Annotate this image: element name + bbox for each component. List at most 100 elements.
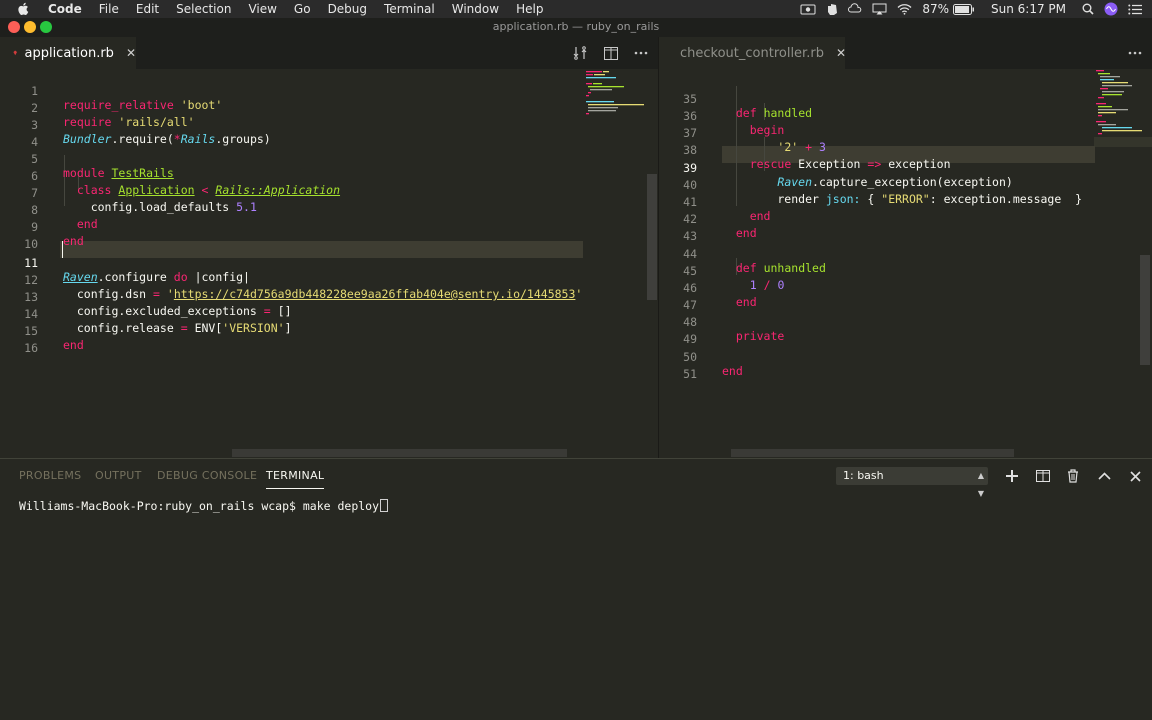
code-line: 11 Raven.configure do |config| (0, 241, 250, 284)
cloud-sync-icon[interactable] (848, 3, 862, 15)
menu-selection[interactable]: Selection (176, 2, 231, 16)
ruby-icon (13, 50, 18, 56)
code-line: 12 config.dsn = 'https://c74d756a9db4482… (0, 258, 582, 301)
apple-icon[interactable] (16, 2, 30, 16)
battery-icon[interactable] (953, 3, 975, 15)
terminal-cursor (380, 499, 389, 512)
airplay-icon[interactable] (872, 3, 887, 15)
code-line: 37 '2' + 3 (659, 111, 826, 154)
terminal-select[interactable]: 1: bash ▲ ▼ (836, 467, 988, 498)
chevron-updown-icon: ▲ ▼ (977, 471, 984, 498)
split-editor-icon[interactable] (603, 45, 619, 61)
tab-debug-console[interactable]: DEBUG CONSOLE (157, 469, 257, 489)
terminal-output[interactable]: Williams-MacBook-Pro:ruby_on_rails wcap$… (19, 499, 389, 513)
tab-problems[interactable]: PROBLEMS (19, 469, 81, 489)
code-line: 9 end (0, 205, 84, 248)
close-icon[interactable] (1126, 467, 1144, 485)
bottom-panel: PROBLEMS OUTPUT DEBUG CONSOLE TERMINAL 1… (0, 458, 1152, 720)
chevron-up-icon[interactable] (1095, 467, 1113, 485)
code-line: 45 1 / 0 (659, 249, 784, 292)
close-icon[interactable]: ✕ (836, 46, 846, 60)
menu-view[interactable]: View (248, 2, 276, 16)
menu-go[interactable]: Go (294, 2, 311, 16)
code-line: 44 def unhandled (659, 232, 826, 275)
macos-menubar: Code File Edit Selection View Go Debug T… (0, 0, 1152, 18)
code-line: 5 module TestRails (0, 137, 174, 180)
menu-window[interactable]: Window (452, 2, 499, 16)
right-editor[interactable]: 35 def handled 36 begin 37 '2' + 3 38 re… (659, 69, 1152, 458)
code-line: 46 end (659, 266, 757, 309)
tab-output[interactable]: OUTPUT (95, 469, 142, 489)
code-line: 40 render json: { "ERROR": exception.mes… (659, 163, 1082, 206)
screen-record-icon[interactable] (800, 3, 816, 15)
keyword: require (63, 115, 112, 129)
code-line: 10 (0, 222, 38, 251)
spotlight-search-icon[interactable] (1082, 3, 1094, 15)
code-line: 47 (659, 283, 697, 312)
line-number: 16 (24, 341, 38, 355)
more-actions-icon[interactable] (633, 45, 649, 61)
vertical-scrollbar[interactable] (1140, 255, 1150, 365)
sentry-dsn-link: https://c74d756a9db448228ee9aa26ffab404e… (173, 287, 576, 301)
string-literal: 'boot' (180, 98, 223, 112)
code-line: 1 require_relative 'boot' (0, 69, 222, 112)
vertical-scrollbar[interactable] (647, 174, 657, 300)
code-line: 50 end (659, 335, 743, 378)
plus-icon[interactable] (1003, 467, 1021, 485)
code-line: 38 rescue Exception => exception (659, 128, 950, 171)
left-editor-tabs: application.rb ✕ (0, 37, 658, 69)
menu-app-code[interactable]: Code (48, 2, 82, 16)
code-line: 42 end (659, 197, 757, 240)
notification-center-icon[interactable] (1128, 4, 1142, 15)
menu-terminal[interactable]: Terminal (384, 2, 435, 16)
trash-icon[interactable] (1064, 467, 1082, 485)
terminal-prompt: Williams-MacBook-Pro:ruby_on_rails wcap$… (19, 499, 380, 513)
code-line: 14 config.release = ENV['VERSION'] (0, 292, 291, 335)
menu-help[interactable]: Help (516, 2, 543, 16)
code-line: 41 end (659, 180, 770, 223)
terminal-select-value: 1: bash (843, 469, 884, 482)
menu-file[interactable]: File (99, 2, 119, 16)
code-line: 35 def handled (659, 77, 812, 120)
code-line: 16 (0, 326, 38, 355)
siri-icon[interactable] (1104, 2, 1118, 16)
tab-application-rb[interactable]: application.rb ✕ (0, 37, 136, 69)
tab-label: checkout_controller.rb (680, 45, 824, 61)
code-line: 3 Bundler.require(*Rails.groups) (0, 103, 271, 146)
code-line: 49 (659, 317, 697, 346)
evernote-icon[interactable] (826, 3, 838, 16)
open-changes-icon[interactable] (572, 45, 588, 61)
window-title: application.rb — ruby_on_rails (492, 20, 660, 33)
horizontal-scrollbar[interactable] (731, 449, 1014, 457)
left-editor[interactable]: 1 require_relative 'boot' 2 require 'rai… (0, 69, 658, 458)
keyword: require_relative (63, 98, 174, 112)
text-cursor (62, 241, 63, 258)
split-terminal-icon[interactable] (1034, 467, 1052, 485)
code-line: 51 (659, 352, 697, 381)
code-line: 6 class Application < Rails::Application (0, 154, 340, 197)
tab-label: application.rb (24, 45, 114, 61)
more-actions-icon[interactable] (1127, 45, 1143, 61)
menu-edit[interactable]: Edit (136, 2, 159, 16)
tab-terminal[interactable]: TERMINAL (266, 469, 325, 489)
menu-debug[interactable]: Debug (328, 2, 367, 16)
code-line: 8 end (0, 188, 98, 231)
line-number: 51 (683, 367, 697, 381)
close-icon[interactable]: ✕ (126, 46, 136, 60)
code-line: 39 Raven.capture_exception(exception) (659, 146, 1013, 189)
current-line-highlight (60, 241, 583, 258)
battery-percent: 87% (922, 2, 949, 16)
code-line: 36 begin (659, 94, 784, 137)
clock[interactable]: Sun 6:17 PM (991, 2, 1066, 16)
code-line: 43 (659, 214, 697, 243)
horizontal-scrollbar[interactable] (232, 449, 567, 457)
string-literal: 'rails/all' (118, 115, 195, 129)
wifi-icon[interactable] (897, 3, 912, 15)
code-line: 15 end (0, 309, 84, 352)
code-line: 2 require 'rails/all' (0, 86, 195, 129)
tab-checkout-controller-rb[interactable]: checkout_controller.rb ✕ (659, 37, 846, 69)
code-line: 13 config.excluded_exceptions = [] (0, 275, 291, 318)
code-line: 48 private (659, 300, 784, 343)
minimap[interactable] (586, 69, 646, 458)
code-line: 7 config.load_defaults 5.1 (0, 171, 257, 214)
